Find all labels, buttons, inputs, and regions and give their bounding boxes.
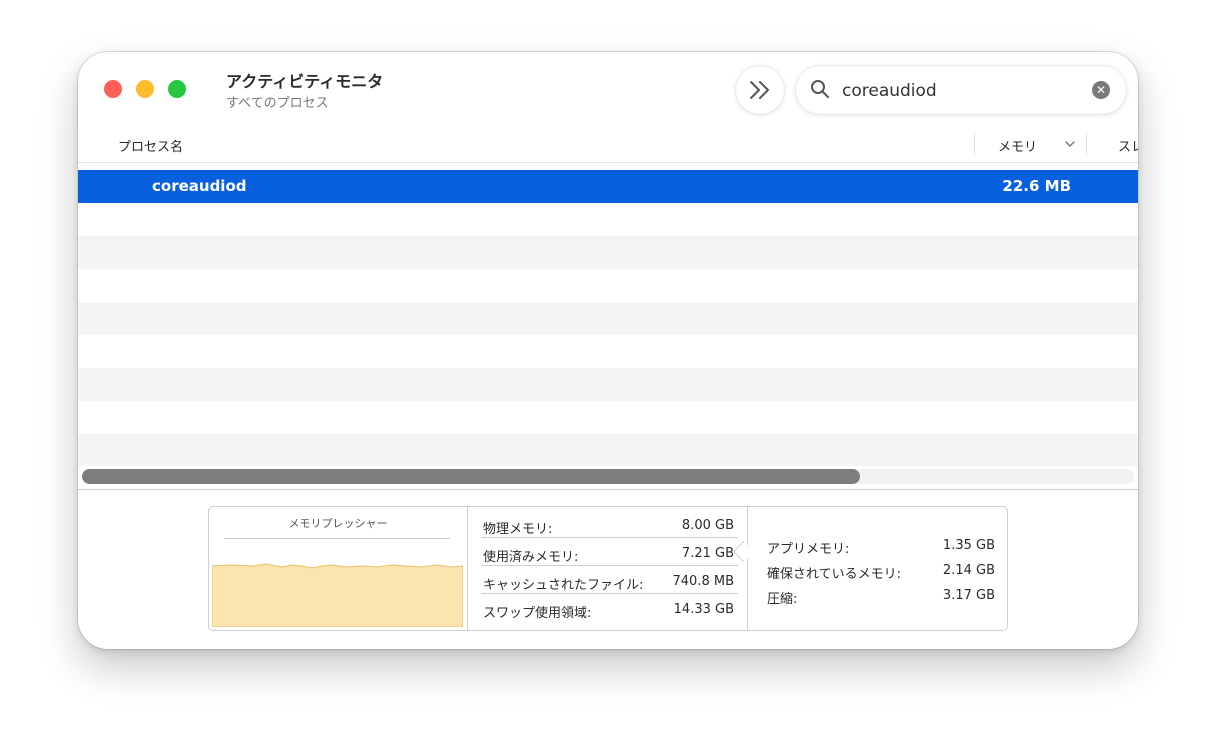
column-divider bbox=[1086, 133, 1087, 155]
memory-pressure-section: メモリプレッシャー bbox=[209, 507, 468, 630]
activity-monitor-window: アクティビティモニタ すべてのプロセス ✕ プロセス名 メモリ スレ corea… bbox=[78, 52, 1138, 649]
stat-row-cached-files: キャッシュされたファイル: 740.8 MB bbox=[481, 569, 738, 594]
stat-label: 圧縮: bbox=[767, 592, 798, 607]
stat-row-compressed: 圧縮: 3.17 GB bbox=[767, 583, 995, 607]
stat-row-wired-memory: 確保されているメモリ: 2.14 GB bbox=[767, 558, 995, 582]
table-row-empty bbox=[78, 302, 1138, 335]
table-header: プロセス名 メモリ スレ bbox=[78, 130, 1138, 163]
stat-label: 物理メモリ: bbox=[483, 522, 553, 537]
column-divider bbox=[974, 133, 975, 155]
memory-pressure-title: メモリプレッシャー bbox=[288, 517, 388, 530]
sort-descending-chevron-icon bbox=[1065, 141, 1075, 147]
column-header-memory-label: メモリ bbox=[998, 140, 1038, 155]
chevron-double-right-icon bbox=[750, 81, 769, 99]
table-row-empty bbox=[78, 335, 1138, 368]
table-row-empty bbox=[78, 236, 1138, 269]
minimize-window-button[interactable] bbox=[136, 80, 154, 98]
app-memory-section: アプリメモリ: 1.35 GB 確保されているメモリ: 2.14 GB 圧縮: … bbox=[757, 507, 1005, 630]
close-window-button[interactable] bbox=[104, 80, 122, 98]
stat-value: 1.35 GB bbox=[942, 538, 995, 553]
column-header-process-name[interactable]: プロセス名 bbox=[118, 136, 183, 155]
memory-pressure-graph bbox=[212, 563, 463, 627]
stat-value: 740.8 MB bbox=[672, 574, 734, 589]
column-header-memory[interactable]: メモリ bbox=[998, 136, 1078, 155]
memory-pressure-area bbox=[212, 563, 463, 627]
process-name-cell: coreaudiod bbox=[152, 177, 247, 195]
search-field[interactable]: ✕ bbox=[796, 66, 1126, 114]
magnifier-icon bbox=[811, 80, 829, 98]
stat-label: アプリメモリ: bbox=[767, 542, 850, 557]
memory-pressure-divider bbox=[224, 538, 450, 539]
stat-row-physical-memory: 物理メモリ: 8.00 GB bbox=[481, 513, 738, 538]
stat-value: 8.00 GB bbox=[681, 518, 734, 533]
zoom-window-button[interactable] bbox=[168, 80, 186, 98]
table-row-empty bbox=[78, 269, 1138, 302]
horizontal-scrollbar-thumb[interactable] bbox=[82, 469, 860, 484]
stat-value: 7.21 GB bbox=[681, 546, 734, 561]
window-title: アクティビティモニタ bbox=[226, 72, 384, 91]
stat-label: キャッシュされたファイル: bbox=[483, 578, 644, 593]
horizontal-scrollbar[interactable] bbox=[82, 469, 1134, 484]
table-row-empty bbox=[78, 401, 1138, 434]
stat-value: 2.14 GB bbox=[942, 563, 995, 578]
stat-label: 確保されているメモリ: bbox=[767, 567, 901, 582]
panel-divider bbox=[78, 489, 1138, 490]
stat-label: 使用済みメモリ: bbox=[483, 550, 579, 565]
memory-summary-panel: メモリプレッシャー 物理メモリ: 8.00 GB 使用済みメモリ: 7.21 G… bbox=[208, 506, 1008, 631]
stat-value: 14.33 GB bbox=[673, 602, 734, 617]
table-row[interactable]: coreaudiod 22.6 MB bbox=[78, 170, 1138, 203]
window-subtitle: すべてのプロセス bbox=[226, 96, 329, 111]
stat-label: スワップ使用領域: bbox=[483, 606, 592, 621]
memory-stats-section: 物理メモリ: 8.00 GB 使用済みメモリ: 7.21 GB キャッシュされた… bbox=[469, 507, 748, 630]
stat-row-app-memory: アプリメモリ: 1.35 GB bbox=[767, 533, 995, 557]
table-row-empty bbox=[78, 203, 1138, 236]
stat-row-used-memory: 使用済みメモリ: 7.21 GB bbox=[481, 541, 738, 566]
process-table: coreaudiod 22.6 MB bbox=[78, 170, 1138, 466]
process-memory-cell: 22.6 MB bbox=[1002, 177, 1071, 195]
search-input[interactable] bbox=[840, 76, 1084, 106]
stat-row-swap-used: スワップ使用領域: 14.33 GB bbox=[481, 597, 738, 621]
table-row-empty bbox=[78, 368, 1138, 401]
table-row-empty bbox=[78, 434, 1138, 466]
toolbar-overflow-button[interactable] bbox=[736, 66, 784, 114]
column-header-threads[interactable]: スレ bbox=[1118, 136, 1138, 155]
clear-search-icon[interactable]: ✕ bbox=[1092, 81, 1110, 99]
stat-value: 3.17 GB bbox=[942, 588, 995, 603]
